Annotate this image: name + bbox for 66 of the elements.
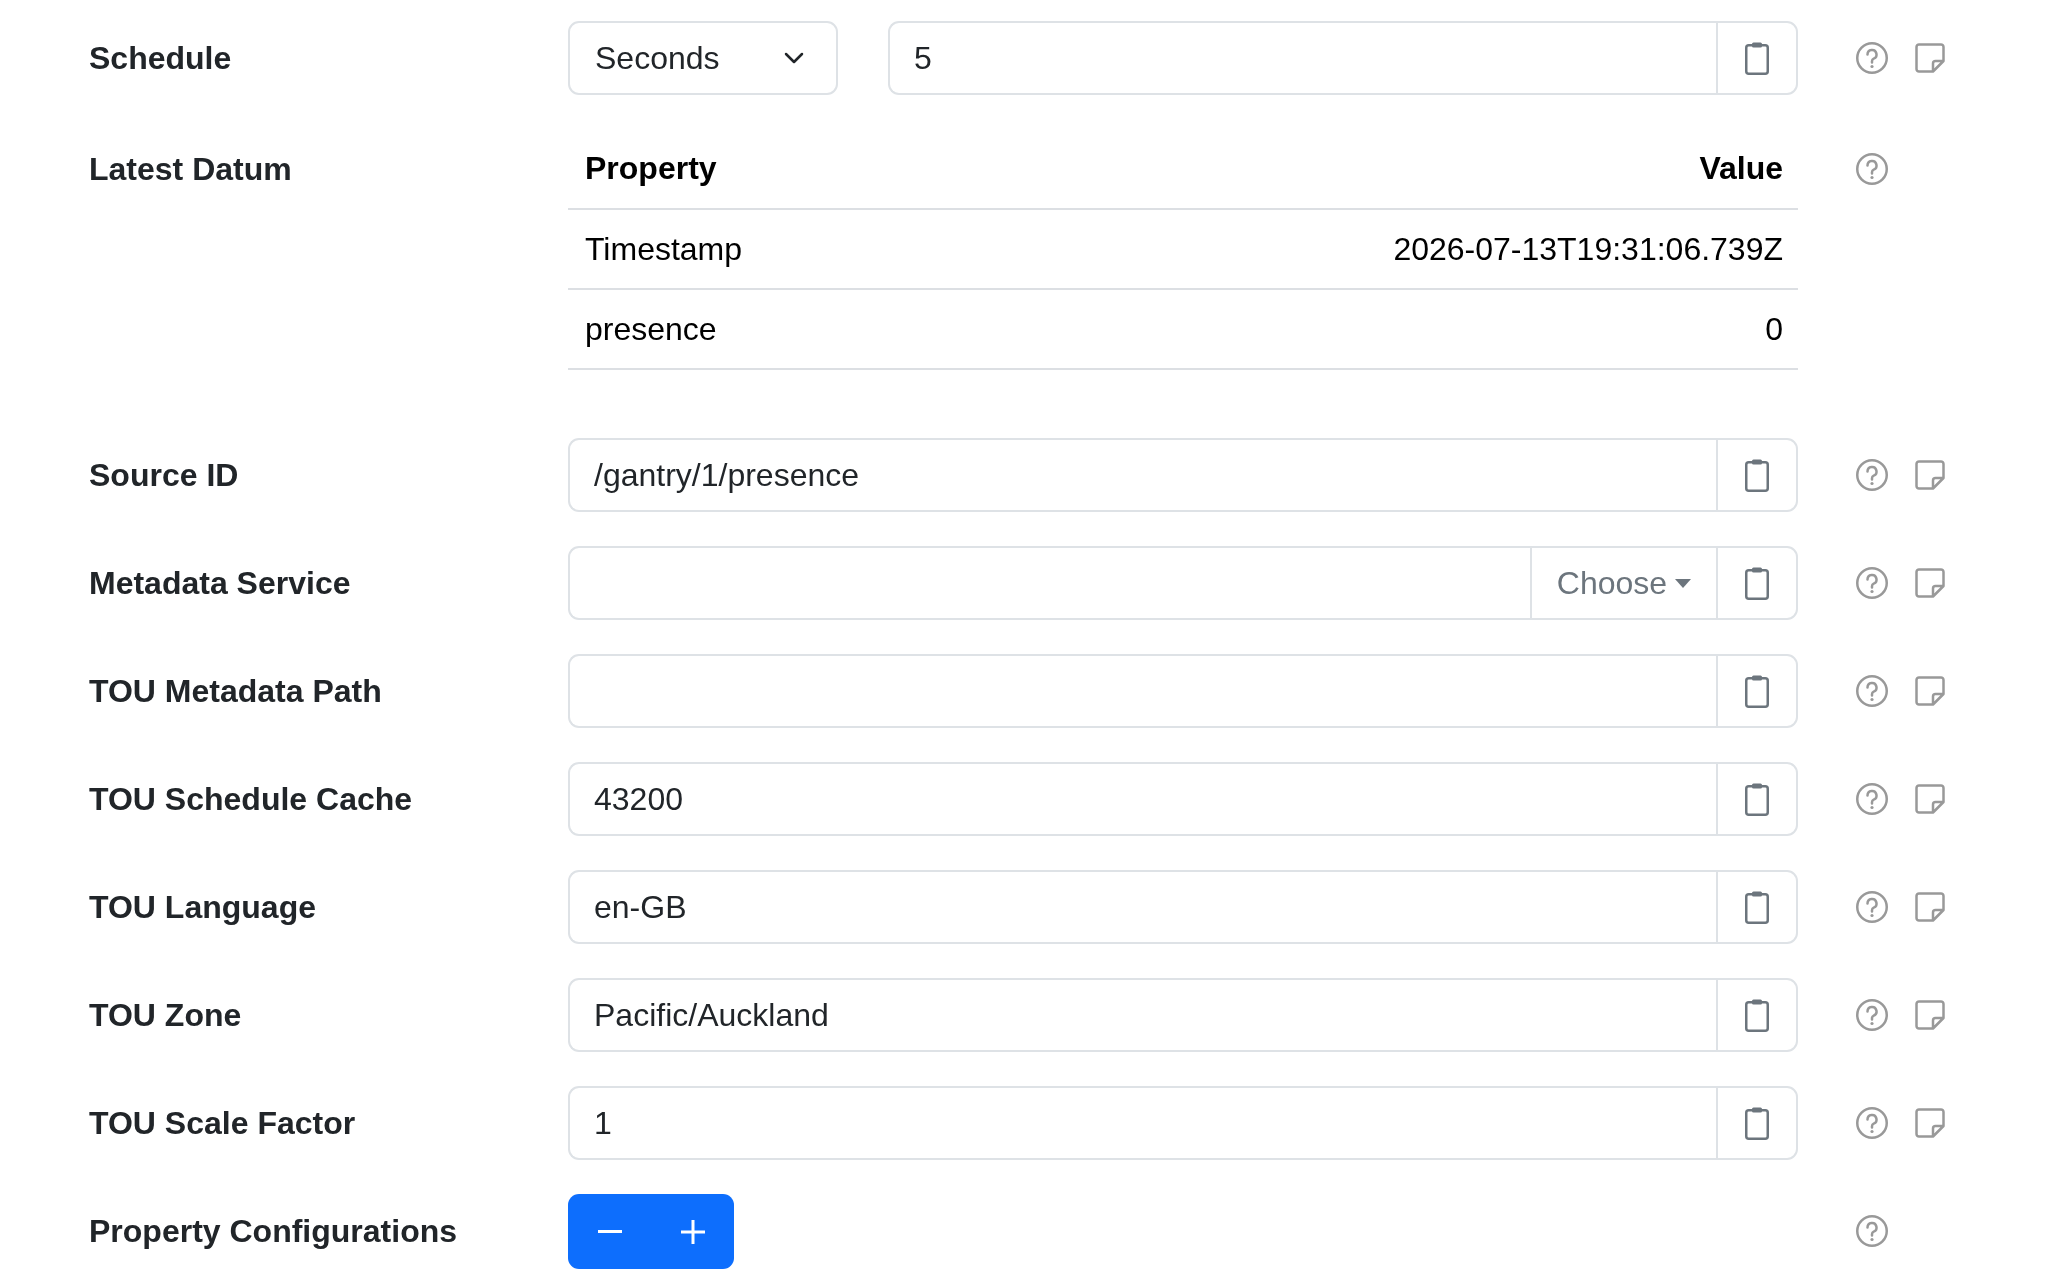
minus-icon — [597, 1230, 622, 1233]
text-field[interactable]: 1 — [568, 1086, 1716, 1160]
text-field[interactable] — [568, 654, 1716, 728]
help-icon[interactable] — [1856, 42, 1888, 74]
note-icon[interactable] — [1915, 784, 1945, 814]
clipboard-button[interactable] — [1716, 21, 1798, 95]
help-icon[interactable] — [1856, 567, 1888, 599]
field-label: TOU Scale Factor — [89, 1104, 357, 1143]
field-label: TOU Zone — [89, 996, 243, 1035]
field-label: TOU Schedule Cache — [89, 780, 414, 819]
minus-button[interactable] — [568, 1194, 651, 1269]
text-field[interactable]: en-GB — [568, 870, 1716, 944]
plus-icon — [680, 1219, 705, 1244]
note-icon[interactable] — [1915, 1108, 1945, 1138]
clipboard-icon — [1745, 1106, 1769, 1140]
unit-select[interactable]: Seconds — [568, 21, 838, 95]
text-field[interactable] — [568, 546, 1530, 620]
caret-icon — [1675, 578, 1692, 588]
clipboard-button[interactable] — [1716, 762, 1798, 836]
field-label: Property Configurations — [89, 1212, 458, 1251]
help-icon[interactable] — [1856, 1107, 1888, 1139]
note-icon[interactable] — [1915, 460, 1945, 490]
help-icon[interactable] — [1856, 999, 1888, 1031]
help-icon[interactable] — [1856, 783, 1888, 815]
help-icon[interactable] — [1856, 153, 1888, 185]
note-icon[interactable] — [1915, 43, 1945, 73]
note-icon[interactable] — [1915, 892, 1945, 922]
note-icon[interactable] — [1915, 676, 1945, 706]
clipboard-button[interactable] — [1716, 870, 1798, 944]
help-icon[interactable] — [1856, 1215, 1888, 1247]
clipboard-icon — [1745, 458, 1769, 492]
text-field[interactable]: 5 — [888, 21, 1716, 95]
help-icon[interactable] — [1856, 459, 1888, 491]
plus-button[interactable] — [651, 1194, 734, 1269]
help-icon[interactable] — [1856, 675, 1888, 707]
column-header: Value — [948, 129, 1798, 209]
clipboard-icon — [1745, 674, 1769, 708]
text-field[interactable]: /gantry/1/presence — [568, 438, 1716, 512]
text-field[interactable]: Pacific/Auckland — [568, 978, 1716, 1052]
clipboard-button[interactable] — [1716, 438, 1798, 512]
text-field[interactable]: 43200 — [568, 762, 1716, 836]
clipboard-icon — [1745, 41, 1769, 75]
note-icon[interactable] — [1915, 568, 1945, 598]
clipboard-icon — [1745, 890, 1769, 924]
clipboard-icon — [1745, 998, 1769, 1032]
table-cell: 0 — [948, 289, 1798, 369]
clipboard-button[interactable] — [1716, 1086, 1798, 1160]
field-label: Metadata Service — [89, 564, 352, 603]
field-label: TOU Metadata Path — [89, 672, 383, 711]
table-cell: 2026-07-13T19:31:06.739Z — [948, 209, 1798, 289]
help-icon[interactable] — [1856, 891, 1888, 923]
field-label: TOU Language — [89, 888, 317, 927]
table-cell: presence — [568, 289, 949, 369]
clipboard-button[interactable] — [1716, 978, 1798, 1052]
chevron-icon — [784, 52, 804, 64]
note-icon[interactable] — [1915, 1000, 1945, 1030]
clipboard-button[interactable] — [1716, 546, 1798, 620]
clipboard-button[interactable] — [1716, 654, 1798, 728]
choose-button[interactable]: Choose — [1530, 546, 1716, 620]
field-label: Latest Datum — [89, 150, 293, 189]
field-label: Source ID — [89, 456, 240, 495]
column-header: Property — [568, 129, 949, 209]
field-label: Schedule — [89, 39, 233, 78]
clipboard-icon — [1745, 782, 1769, 816]
clipboard-icon — [1745, 566, 1769, 600]
table-cell: Timestamp — [568, 209, 949, 289]
